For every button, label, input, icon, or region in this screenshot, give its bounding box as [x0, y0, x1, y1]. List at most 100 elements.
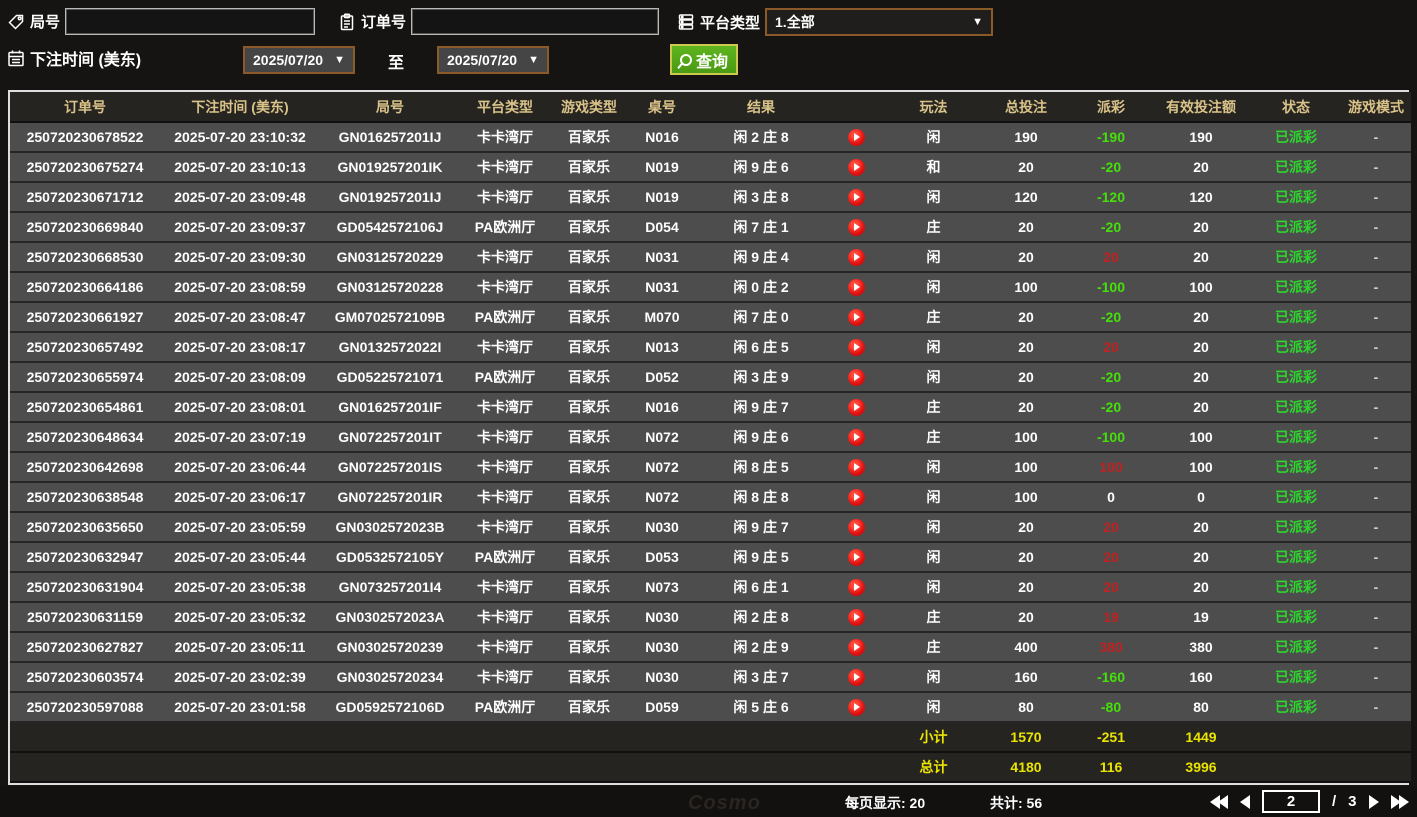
cell-bet-time: 2025-07-20 23:08:47 — [160, 302, 320, 333]
header-result: 结果 — [696, 92, 826, 123]
cell-video — [826, 182, 886, 213]
video-play-button[interactable] — [847, 248, 865, 266]
cell-play-type: 闲 — [886, 182, 981, 213]
video-play-button[interactable] — [847, 698, 865, 716]
filter-bar: 局号 订单号 平台类型 1.全部 ▼ 下注时间 (美东) 2025/07/20 … — [0, 0, 1417, 90]
cell-video — [826, 692, 886, 723]
table-row: 250720230669840 2025-07-20 23:09:37 GD0542… — [10, 212, 1411, 243]
round-no-input[interactable] — [65, 8, 316, 35]
cell-status: 已派彩 — [1251, 632, 1341, 663]
grand-total-row: 总计 4180 116 3996 — [10, 752, 1411, 783]
cell-round-no: GN03025720234 — [320, 662, 460, 693]
video-play-button[interactable] — [847, 428, 865, 446]
table-row: 250720230657492 2025-07-20 23:08:17 GN0132… — [10, 332, 1411, 363]
cell-total-bet: 100 — [981, 422, 1071, 453]
play-icon — [854, 133, 860, 142]
cell-status: 已派彩 — [1251, 692, 1341, 723]
bet-records-table: 订单号 下注时间 (美东) 局号 平台类型 游戏类型 桌号 结果 玩法 总投注 派彩 有效投注额 状态… — [8, 90, 1411, 785]
cell-platform-type: PA欧洲厅 — [460, 692, 550, 723]
order-no-input[interactable] — [411, 8, 660, 35]
date-to-select[interactable]: 2025/07/20 ▼ — [437, 46, 549, 74]
cell-round-no: GN0132572022I — [320, 332, 460, 363]
play-icon — [854, 643, 860, 652]
cell-payout: -100 — [1071, 272, 1151, 303]
cell-order-no: 250720230678522 — [10, 122, 160, 153]
date-from-value: 2025/07/20 — [253, 52, 324, 68]
video-play-button[interactable] — [847, 278, 865, 296]
video-play-button[interactable] — [847, 218, 865, 236]
platform-type-select[interactable]: 1.全部 ▼ — [765, 8, 994, 36]
date-from-select[interactable]: 2025/07/20 ▼ — [243, 46, 355, 74]
video-play-button[interactable] — [847, 608, 865, 626]
video-play-button[interactable] — [847, 338, 865, 356]
cell-game-type: 百家乐 — [550, 152, 628, 183]
video-play-button[interactable] — [847, 188, 865, 206]
cell-round-no: GN0302572023B — [320, 512, 460, 543]
video-play-button[interactable] — [847, 158, 865, 176]
cell-round-no: GN03125720228 — [320, 272, 460, 303]
tag-icon — [6, 12, 25, 31]
cell-order-no: 250720230671712 — [10, 182, 160, 213]
total-spacer — [10, 752, 886, 783]
cell-payout: -120 — [1071, 182, 1151, 213]
cell-game-mode: - — [1341, 422, 1411, 453]
cell-total-bet: 20 — [981, 362, 1071, 393]
cell-play-type: 闲 — [886, 482, 981, 513]
search-button[interactable]: 查询 — [670, 44, 738, 75]
cell-order-no: 250720230635650 — [10, 512, 160, 543]
cell-valid-bet: 380 — [1151, 632, 1251, 663]
cell-total-bet: 20 — [981, 212, 1071, 243]
video-play-button[interactable] — [847, 548, 865, 566]
cell-payout: 100 — [1071, 452, 1151, 483]
video-play-button[interactable] — [847, 638, 865, 656]
table-row: 250720230675274 2025-07-20 23:10:13 GN0192… — [10, 152, 1411, 183]
current-page-input[interactable] — [1262, 790, 1320, 813]
cell-valid-bet: 20 — [1151, 542, 1251, 573]
video-play-button[interactable] — [847, 518, 865, 536]
cell-payout: 19 — [1071, 602, 1151, 633]
prev-page-button[interactable] — [1240, 794, 1250, 809]
play-icon — [854, 223, 860, 232]
subtotal-label: 小计 — [886, 722, 981, 753]
cell-bet-time: 2025-07-20 23:05:59 — [160, 512, 320, 543]
video-play-button[interactable] — [847, 308, 865, 326]
video-play-button[interactable] — [847, 368, 865, 386]
cell-video — [826, 572, 886, 603]
video-play-button[interactable] — [847, 458, 865, 476]
cell-status: 已派彩 — [1251, 302, 1341, 333]
total-total-bet: 4180 — [981, 752, 1071, 783]
cell-game-type: 百家乐 — [550, 272, 628, 303]
play-icon — [854, 613, 860, 622]
first-page-button[interactable] — [1210, 794, 1228, 809]
cell-order-no: 250720230642698 — [10, 452, 160, 483]
chevron-down-icon: ▼ — [334, 54, 345, 66]
cell-order-no: 250720230655974 — [10, 362, 160, 393]
cell-bet-time: 2025-07-20 23:06:17 — [160, 482, 320, 513]
cell-game-mode: - — [1341, 332, 1411, 363]
cell-platform-type: 卡卡湾厅 — [460, 662, 550, 693]
video-play-button[interactable] — [847, 488, 865, 506]
order-no-label: 订单号 — [361, 14, 407, 31]
cell-payout: -160 — [1071, 662, 1151, 693]
cell-valid-bet: 120 — [1151, 182, 1251, 213]
video-play-button[interactable] — [847, 578, 865, 596]
cell-status: 已派彩 — [1251, 452, 1341, 483]
video-play-button[interactable] — [847, 668, 865, 686]
header-table-no: 桌号 — [628, 92, 696, 123]
cell-table-no: N016 — [628, 392, 696, 423]
cell-total-bet: 190 — [981, 122, 1071, 153]
cell-payout: 20 — [1071, 242, 1151, 273]
cell-platform-type: 卡卡湾厅 — [460, 482, 550, 513]
last-page-button[interactable] — [1390, 794, 1409, 809]
cell-play-type: 和 — [886, 152, 981, 183]
video-play-button[interactable] — [847, 398, 865, 416]
next-page-button[interactable] — [1368, 794, 1379, 809]
cell-platform-type: 卡卡湾厅 — [460, 392, 550, 423]
table-row: 250720230664186 2025-07-20 23:08:59 GN0312… — [10, 272, 1411, 303]
server-list-icon — [676, 13, 695, 32]
cell-game-mode: - — [1341, 272, 1411, 303]
cell-bet-time: 2025-07-20 23:08:09 — [160, 362, 320, 393]
video-play-button[interactable] — [847, 128, 865, 146]
clipboard-icon — [337, 12, 356, 31]
cell-order-no: 250720230648634 — [10, 422, 160, 453]
